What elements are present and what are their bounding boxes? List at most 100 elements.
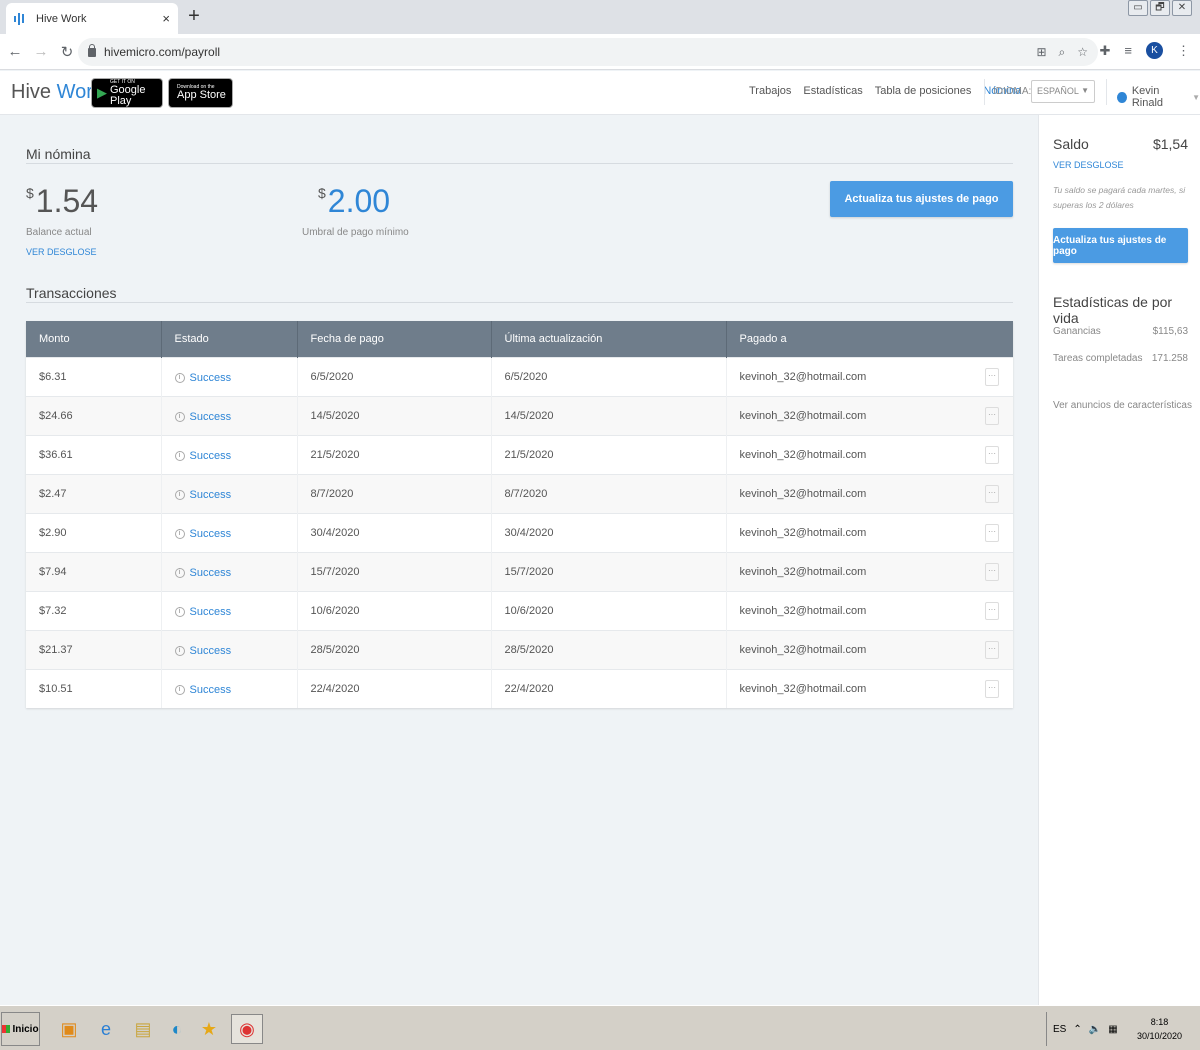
media-player-icon[interactable]: ▣ [55,1014,83,1044]
language-select[interactable]: ESPAÑOL ▼ [1031,80,1095,103]
menu-kebab-icon[interactable]: ⋮ [1177,43,1190,59]
paid-date-cell: 15/7/2020 [297,551,492,591]
favorites-icon[interactable]: ★ [195,1014,223,1044]
chrome-taskbar-button[interactable]: ◉ [231,1014,263,1044]
status-text: Success [189,683,232,696]
info-icon[interactable]: i [174,411,185,422]
paid-to-cell: kevinoh_32@hotmail.com ··· [726,668,1013,708]
nav-estadisticas[interactable]: Estadísticas [803,85,862,97]
status-badge[interactable]: i Success [174,606,231,618]
info-icon[interactable]: i [174,489,185,500]
lifetime-stats-title: Estadísticas de por vida [1053,294,1173,326]
table-row: $21.37 i Success 28/5/2020 28/5/2020 kevinoh_… [26,629,1013,669]
paid-to-email: kevinoh_32@hotmail.com [739,487,867,500]
column-header[interactable]: Estado [161,321,298,357]
sidebar-breakdown-link[interactable]: VER DESGLOSE [1053,160,1124,170]
volume-icon[interactable]: 🔈 [1089,1024,1101,1035]
close-window-button[interactable]: ✕ [1172,0,1192,16]
status-badge[interactable]: i Success [174,411,231,423]
current-balance: $1.54 [26,183,98,220]
address-bar[interactable]: hivemicro.com/payroll ⊞ ⌕ ☆ [78,38,1098,66]
updated-cell: 21/5/2020 [491,434,727,474]
restore-button[interactable]: 🗗 [1150,0,1170,16]
column-header[interactable]: Pagado a [726,321,1013,357]
url-text[interactable]: hivemicro.com/payroll [104,45,1036,59]
app-store-badge[interactable]: Download on the App Store [168,78,233,108]
column-header[interactable]: Monto [26,321,162,357]
info-icon[interactable]: i [174,372,185,383]
column-header[interactable]: Última actualización [491,321,727,357]
status-badge[interactable]: i Success [174,489,231,501]
more-options-icon[interactable]: ··· [985,601,999,620]
google-play-badge[interactable]: ▶ GET IT ON Google Play [91,78,163,108]
info-icon[interactable]: i [174,450,185,461]
breakdown-link[interactable]: VER DESGLOSE [26,247,97,257]
amount-cell: $6.31 [26,356,162,396]
bookmark-star-icon[interactable]: ☆ [1077,45,1088,60]
clock[interactable]: 8:18 30/10/2020 [1137,1015,1182,1043]
nav-trabajos[interactable]: Trabajos [749,85,791,97]
status-cell: i Success [161,434,298,474]
status-badge[interactable]: i Success [174,528,231,540]
more-options-icon[interactable]: ··· [985,640,999,659]
payroll-title: Mi nómina [26,146,91,162]
tab-close-icon[interactable]: × [162,11,170,26]
update-payment-settings-button[interactable]: Actualiza tus ajustes de pago [830,181,1013,217]
more-options-icon[interactable]: ··· [985,679,999,698]
language-value: ESPAÑOL [1037,86,1079,96]
info-icon[interactable]: i [174,606,185,617]
network-icon[interactable]: ▦ [1108,1024,1117,1035]
back-icon[interactable]: ← [4,43,26,60]
forward-icon[interactable]: → [30,43,52,60]
edge-icon[interactable]: ◐ [163,1014,191,1044]
status-badge[interactable]: i Success [174,567,231,579]
info-icon[interactable]: i [174,528,185,539]
status-cell: i Success [161,668,298,708]
reload-icon[interactable]: ↻ [56,43,78,61]
start-button[interactable]: Inicio [1,1012,40,1046]
status-badge[interactable]: i Success [174,683,232,696]
table-row: $7.94 i Success 15/7/2020 15/7/2020 kevinoh_3… [26,551,1013,591]
table-row: $2.47 i Success 8/7/2020 8/7/2020 kevinoh_32@… [26,473,1013,513]
clock-date: 30/10/2020 [1136,1031,1182,1041]
more-options-icon[interactable]: ··· [985,445,999,464]
more-options-icon[interactable]: ··· [985,367,999,386]
tray-chevron-icon[interactable]: ⌃ [1073,1024,1081,1035]
column-header[interactable]: Fecha de pago [297,321,492,357]
status-cell: i Success [161,356,298,396]
table-row: $36.61 i Success 21/5/2020 21/5/2020 kevinoh_… [26,434,1013,474]
info-icon[interactable]: i [174,684,185,695]
file-explorer-icon[interactable]: ▤ [129,1014,157,1044]
browser-tab[interactable]: Hive Work × [6,3,178,34]
earnings-label: Ganancias [1053,326,1101,337]
brand-logo[interactable]: Hive Work [11,81,103,104]
profile-avatar[interactable]: K [1146,42,1163,59]
status-badge[interactable]: i Success [174,371,232,384]
more-options-icon[interactable]: ··· [985,406,999,425]
info-icon[interactable]: i [174,567,185,578]
status-text: Success [189,371,232,384]
reading-list-icon[interactable]: ≡ [1124,43,1132,58]
divider [26,163,1013,164]
status-badge[interactable]: i Success [174,450,231,462]
nav-tabla-posiciones[interactable]: Tabla de posiciones [875,85,972,97]
new-tab-button[interactable]: + [185,5,203,28]
translate-icon[interactable]: ⊞ [1036,45,1046,60]
table-header-row: Monto Estado Fecha de pago Última actual… [26,321,1013,357]
lock-icon [88,43,96,57]
feature-announcements-link[interactable]: Ver anuncios de características [1053,400,1192,411]
more-options-icon[interactable]: ··· [985,523,999,542]
zoom-icon[interactable]: ⌕ [1059,45,1066,60]
extensions-icon[interactable]: ✚ [1100,43,1111,59]
internet-explorer-icon[interactable]: e [92,1014,120,1044]
language-label: IDIOMA: [993,86,1032,97]
paid-date-cell: 21/5/2020 [297,434,492,474]
status-badge[interactable]: i Success [174,645,231,657]
sidebar-update-button[interactable]: Actualiza tus ajustes de pago [1053,228,1188,263]
user-menu[interactable]: Kevin Rinald ▼ [1117,85,1200,109]
language-indicator[interactable]: ES [1053,1024,1066,1035]
more-options-icon[interactable]: ··· [985,484,999,503]
info-icon[interactable]: i [174,645,185,656]
more-options-icon[interactable]: ··· [985,562,999,581]
minimize-button[interactable]: ▭ [1128,0,1148,16]
